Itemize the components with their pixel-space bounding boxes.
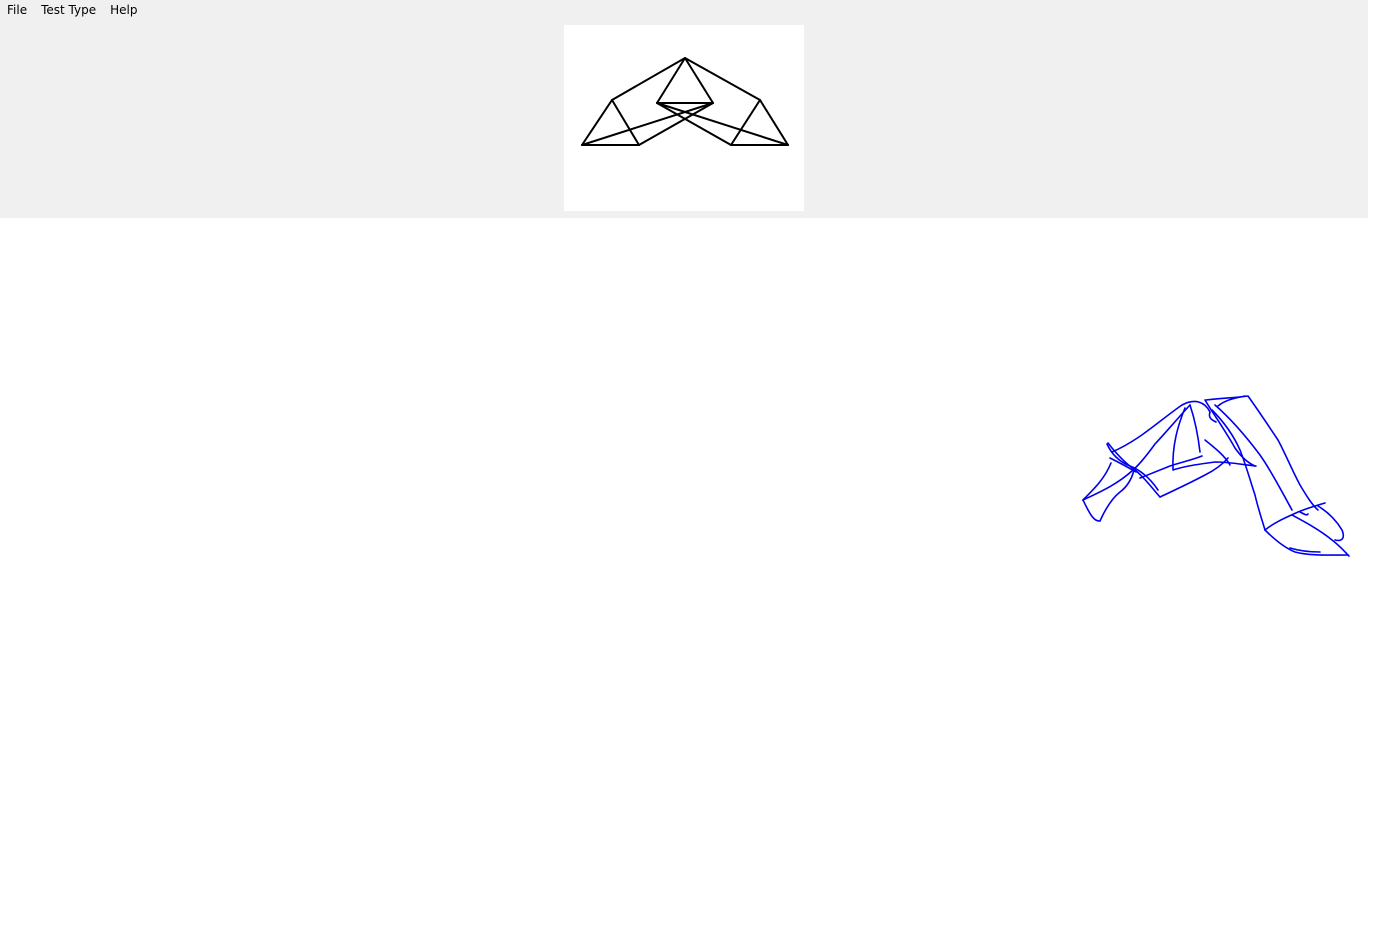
ink-stroke: [1317, 505, 1345, 542]
ink-stroke: [1159, 457, 1229, 498]
ref-right-inner: [730, 99, 761, 146]
menu-test-type[interactable]: Test Type: [34, 0, 103, 20]
ink-stroke: [1299, 511, 1309, 516]
ink-stroke: [1139, 455, 1203, 479]
reference-figure: [581, 57, 789, 146]
menu-help[interactable]: Help: [103, 0, 144, 20]
ref-center-triangle: [656, 57, 714, 104]
menu-file[interactable]: File: [0, 0, 34, 20]
ink-stroke: [1082, 462, 1112, 501]
handwritten-sketch: [1082, 395, 1350, 557]
ink-stroke: [1189, 404, 1201, 453]
top-panel: File Test Type Help: [0, 0, 1368, 218]
menubar: File Test Type Help: [0, 0, 144, 20]
ink-stroke: [1214, 404, 1293, 511]
ref-left-inner: [611, 99, 640, 146]
app-window: File Test Type Help: [0, 0, 1381, 925]
reference-figure-panel: [564, 25, 804, 211]
drawing-canvas[interactable]: [0, 218, 1381, 925]
